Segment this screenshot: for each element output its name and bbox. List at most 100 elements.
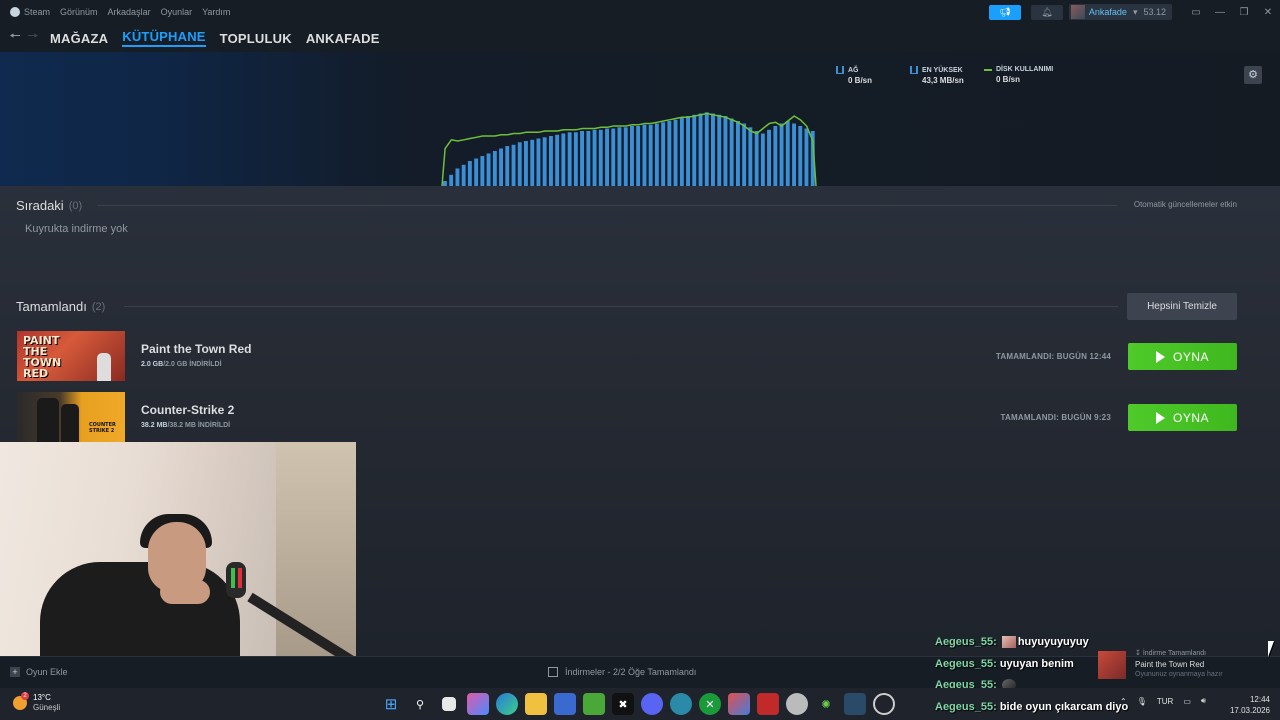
completed-item: COUNTER STRIKE 2 Counter-Strike 2 38.2 M… bbox=[17, 392, 1237, 442]
network-bar bbox=[524, 141, 528, 186]
network-bar bbox=[542, 137, 547, 186]
game-thumbnail[interactable]: PAINT THE TOWN RED bbox=[17, 331, 125, 381]
network-bar bbox=[642, 124, 647, 186]
downloads-status[interactable]: İndirmeler - 2/2 Öğe Tamamlandı bbox=[548, 667, 696, 677]
file-explorer-icon[interactable] bbox=[525, 693, 547, 715]
notifications-button[interactable]: 🔔︎ bbox=[1030, 4, 1063, 20]
steam-taskbar-icon[interactable] bbox=[844, 693, 866, 715]
shield-icon[interactable] bbox=[786, 693, 808, 715]
network-bar bbox=[648, 124, 653, 186]
thumb-figure bbox=[37, 398, 59, 442]
minimize-icon[interactable]: — bbox=[1208, 7, 1232, 18]
download-chart bbox=[441, 112, 817, 186]
megaphone-icon: 📢︎ bbox=[999, 6, 1011, 17]
discord-icon[interactable] bbox=[641, 693, 663, 715]
big-picture-icon[interactable]: ▭ bbox=[1184, 7, 1208, 18]
back-arrow-icon[interactable]: 🠔 bbox=[6, 27, 24, 49]
game-title[interactable]: Counter-Strike 2 bbox=[141, 403, 234, 417]
tab-store[interactable]: MAĞAZA bbox=[50, 31, 108, 46]
network-bar bbox=[561, 133, 566, 186]
bug-icon[interactable]: ✺ bbox=[815, 693, 837, 715]
edge-icon[interactable] bbox=[496, 693, 518, 715]
add-game-button[interactable]: + Oyun Ekle bbox=[10, 667, 68, 677]
thumb-title-text: COUNTER STRIKE 2 bbox=[89, 422, 116, 434]
completed-divider bbox=[124, 306, 1118, 307]
store-icon[interactable] bbox=[554, 693, 576, 715]
minecraft-icon[interactable] bbox=[583, 693, 605, 715]
menu-view[interactable]: Görünüm bbox=[60, 7, 98, 17]
m365-icon[interactable] bbox=[728, 693, 750, 715]
queue-empty-text: Kuyrukta indirme yok bbox=[25, 223, 128, 235]
game-size: 2.0 GB/2.0 GB İNDİRİLDİ bbox=[141, 361, 222, 368]
webcam-overlay bbox=[0, 442, 356, 658]
menu-games[interactable]: Oyunlar bbox=[161, 7, 193, 17]
play-button[interactable]: OYNA bbox=[1128, 404, 1237, 431]
network-bar bbox=[492, 151, 497, 186]
queue-header: Sıradaki (0) bbox=[16, 198, 82, 213]
network-bar bbox=[692, 114, 697, 186]
streamer-body bbox=[40, 562, 240, 658]
search-icon[interactable]: ⚲ bbox=[409, 693, 431, 715]
restore-icon[interactable]: ❐ bbox=[1232, 7, 1256, 18]
account-menu[interactable]: Ankafade ▾ 53.12 bbox=[1068, 4, 1172, 20]
network-bar bbox=[455, 168, 460, 186]
announcements-button[interactable]: 📢︎ bbox=[988, 4, 1021, 20]
mouse-cursor-icon bbox=[1268, 641, 1274, 657]
network-bar bbox=[530, 139, 535, 186]
network-bar bbox=[499, 148, 503, 186]
network-bar bbox=[773, 126, 778, 186]
tab-profile[interactable]: ANKAFADE bbox=[306, 31, 380, 46]
browser-icon[interactable] bbox=[670, 693, 692, 715]
clock-time: 12:44 bbox=[1249, 695, 1270, 704]
network-bar bbox=[505, 146, 510, 186]
network-bar bbox=[779, 123, 784, 186]
xbox-icon[interactable]: ✕ bbox=[699, 693, 721, 715]
weather-widget[interactable]: 2 13°C Güneşli bbox=[13, 692, 60, 713]
close-icon[interactable]: ✕ bbox=[1256, 7, 1280, 18]
network-bar bbox=[679, 117, 684, 186]
settings-gear-icon[interactable]: ⚙ bbox=[1244, 66, 1262, 84]
toast-game-title: Paint the Town Red bbox=[1135, 660, 1205, 669]
voicemeeter-icon[interactable] bbox=[757, 693, 779, 715]
game-thumbnail[interactable]: COUNTER STRIKE 2 bbox=[17, 392, 125, 442]
weather-temp: 13°C bbox=[33, 693, 51, 702]
completed-item: PAINT THE TOWN RED Paint the Town Red 2.… bbox=[17, 331, 1237, 381]
network-bar bbox=[673, 119, 678, 186]
network-bar bbox=[580, 131, 584, 186]
main-nav: 🠔 🠖 MAĞAZA KÜTÜPHANE TOPLULUK ANKAFADE bbox=[0, 24, 1280, 52]
copilot-icon[interactable] bbox=[467, 693, 489, 715]
network-bar bbox=[723, 116, 728, 186]
play-icon bbox=[1155, 350, 1165, 363]
clear-all-button[interactable]: Hepsini Temizle bbox=[1127, 293, 1237, 320]
queue-count: (0) bbox=[68, 199, 83, 212]
thumb-figure bbox=[61, 404, 79, 442]
capcut-icon[interactable]: ✖ bbox=[612, 693, 634, 715]
menu-friends[interactable]: Arkadaşlar bbox=[108, 7, 151, 17]
network-bar bbox=[729, 118, 734, 186]
volume-icon[interactable]: 🔊︎ bbox=[1201, 696, 1206, 706]
auto-updates-label[interactable]: Otomatik güncellemeler etkin bbox=[1134, 200, 1237, 209]
network-bar bbox=[480, 156, 485, 186]
stat-disk: DİSK KULLANIMI 0 B/sn bbox=[984, 66, 1058, 85]
thumb-figure bbox=[97, 353, 111, 381]
system-clock[interactable]: 12:44 17.03.2026 bbox=[1230, 694, 1270, 716]
network-bar bbox=[686, 116, 690, 186]
tab-community[interactable]: TOPLULUK bbox=[220, 31, 292, 46]
account-name: Ankafade bbox=[1088, 7, 1127, 17]
forward-arrow-icon[interactable]: 🠖 bbox=[24, 27, 42, 49]
menu-steam[interactable]: Steam bbox=[10, 7, 50, 17]
tab-library[interactable]: KÜTÜPHANE bbox=[122, 29, 206, 47]
chat-message: Aegeus_55: bide oyun çıkarcam diyo bbox=[935, 701, 1129, 713]
network-bar bbox=[511, 144, 516, 186]
obs-icon[interactable] bbox=[873, 693, 895, 715]
plus-icon: + bbox=[10, 667, 20, 677]
network-bar bbox=[760, 133, 765, 186]
game-title[interactable]: Paint the Town Red bbox=[141, 342, 251, 356]
play-button[interactable]: OYNA bbox=[1128, 343, 1237, 370]
network-bar bbox=[467, 161, 472, 186]
network-bar bbox=[785, 121, 790, 186]
menu-help[interactable]: Yardım bbox=[202, 7, 230, 17]
task-view-icon[interactable] bbox=[442, 697, 456, 711]
windows-start-icon[interactable]: ⊞ bbox=[380, 693, 402, 715]
download-complete-toast[interactable]: ↧ İndirme Tamamlandı Paint the Town Red … bbox=[1092, 645, 1262, 685]
